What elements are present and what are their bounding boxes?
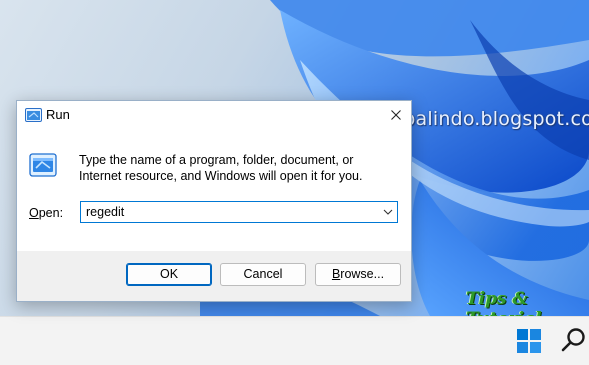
- windows-start-icon[interactable]: [516, 328, 542, 354]
- open-input[interactable]: regedit: [86, 205, 124, 219]
- brand-logo: Tips & Tutorial: [466, 289, 542, 316]
- browse-button[interactable]: Browse...: [315, 263, 401, 286]
- instruction-text: Type the name of a program, folder, docu…: [79, 153, 363, 183]
- browse-label: rowse...: [340, 267, 385, 281]
- dialog-body: Type the name of a program, folder, docu…: [17, 131, 411, 251]
- dialog-footer: OK Cancel Browse...: [17, 251, 411, 301]
- taskbar: [0, 316, 589, 365]
- run-app-icon: [25, 108, 42, 122]
- run-app-icon: [29, 153, 57, 177]
- chevron-down-icon[interactable]: [383, 207, 393, 217]
- open-label-accesskey: O: [29, 206, 39, 220]
- open-label: Open:: [29, 206, 63, 220]
- close-button[interactable]: [385, 101, 407, 129]
- run-dialog: Run Type the name of a program, folder, …: [16, 100, 412, 302]
- close-icon: [391, 110, 401, 120]
- open-label-text: pen:: [38, 206, 64, 220]
- dialog-title: Run: [46, 107, 70, 122]
- ok-button[interactable]: OK: [126, 263, 212, 286]
- open-combobox[interactable]: regedit: [80, 201, 398, 223]
- cancel-button[interactable]: Cancel: [220, 263, 306, 286]
- title-bar[interactable]: Run: [17, 101, 411, 131]
- search-icon[interactable]: [560, 326, 588, 354]
